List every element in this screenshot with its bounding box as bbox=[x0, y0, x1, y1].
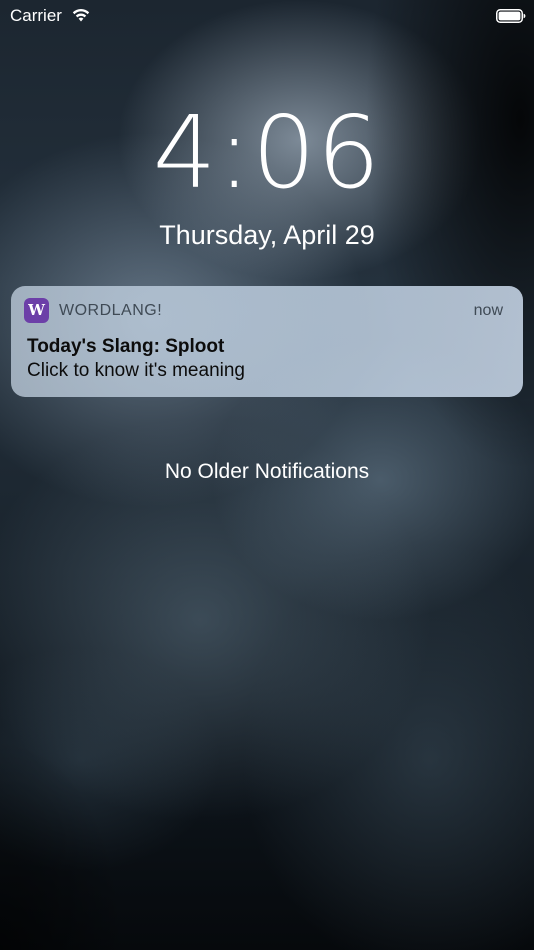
no-older-notifications-label: No Older Notifications bbox=[164, 460, 370, 483]
wifi-icon bbox=[72, 9, 90, 22]
lock-screen-date: Thursday, April 29 bbox=[159, 220, 375, 250]
lock-screen: Carrier 4:06 Thursday, April 29 W WORDLA… bbox=[0, 0, 534, 950]
app-icon: W bbox=[24, 298, 49, 323]
status-bar: Carrier bbox=[0, 0, 534, 32]
notification-card[interactable]: W WORDLANG! now Today's Slang: Sploot Cl… bbox=[11, 286, 523, 397]
notification-title: Today's Slang: Sploot bbox=[27, 336, 225, 357]
carrier-label: Carrier bbox=[10, 6, 62, 25]
notification-body: Click to know it's meaning bbox=[27, 360, 245, 381]
notification-app-name: WORDLANG! bbox=[59, 302, 163, 319]
battery-icon bbox=[496, 9, 526, 23]
notification-time: now bbox=[473, 302, 503, 319]
lock-screen-time: 4:06 bbox=[152, 94, 382, 211]
